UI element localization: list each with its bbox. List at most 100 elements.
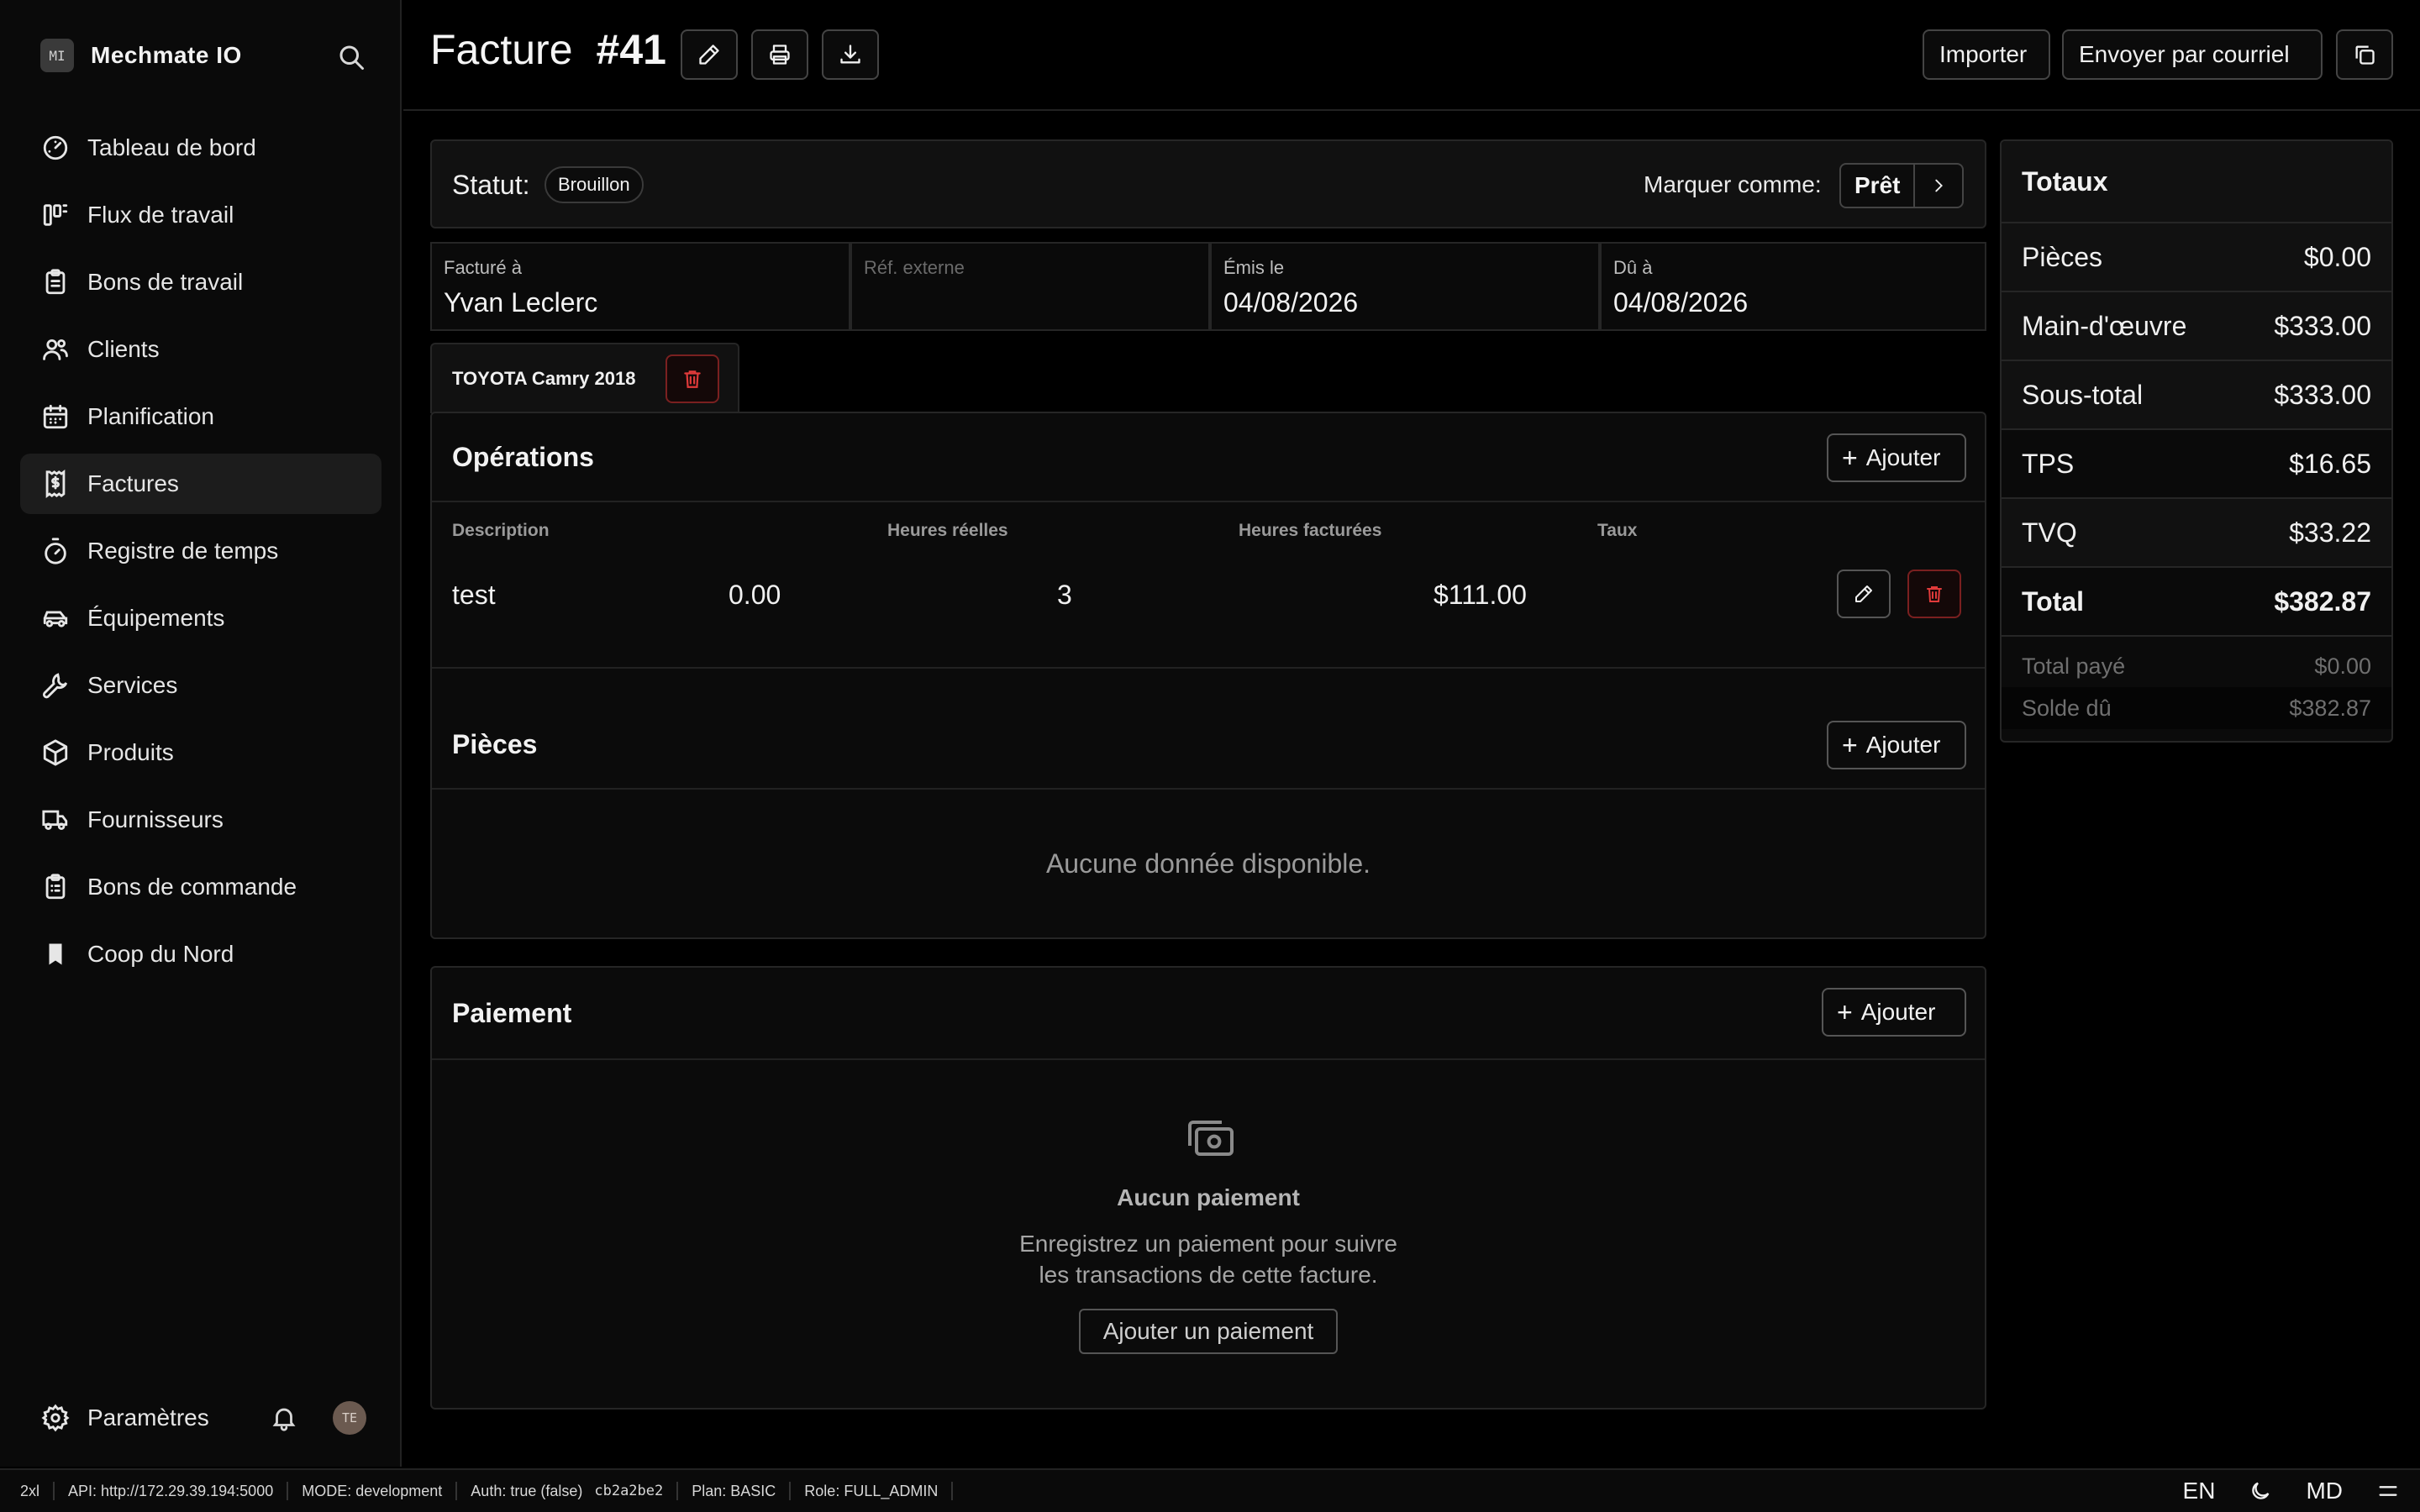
pencil-icon: [1854, 584, 1874, 604]
nav-item-produits[interactable]: Produits: [20, 722, 381, 783]
menu-icon[interactable]: [2376, 1479, 2400, 1503]
avatar[interactable]: TE: [333, 1401, 366, 1435]
add-payment-header-button[interactable]: + Ajouter: [1822, 988, 1966, 1037]
nav-item-factures[interactable]: Factures: [20, 454, 381, 514]
chevron-right-icon[interactable]: [1915, 165, 1962, 207]
add-operation-button[interactable]: + Ajouter: [1827, 433, 1966, 482]
main-nav: Tableau de bord Flux de travail Bons de …: [20, 118, 381, 991]
add-payment-header-label: Ajouter: [1860, 999, 1936, 1025]
mode-indicator: MODE: development: [288, 1482, 458, 1500]
col-rate: Taux: [1597, 521, 1638, 540]
issued-date-field[interactable]: Émis le 04/08/2026: [1210, 242, 1600, 331]
row-actual-hours: 0.00: [729, 580, 781, 610]
edit-operation-button[interactable]: [1837, 570, 1891, 618]
nav-item-equipements[interactable]: Équipements: [20, 588, 381, 648]
totals-value: $33.22: [2289, 517, 2371, 548]
search-icon[interactable]: [333, 39, 370, 76]
billed-to-field[interactable]: Facturé à Yvan Leclerc: [430, 242, 850, 331]
truck-icon: [40, 805, 71, 835]
clipboard-list-icon: [40, 872, 71, 902]
banknotes-icon: [1185, 1117, 1235, 1161]
edit-invoice-button[interactable]: [681, 29, 738, 80]
add-payment-button[interactable]: Ajouter un paiement: [1079, 1309, 1338, 1354]
download-button[interactable]: [822, 29, 879, 80]
gear-icon: [40, 1403, 71, 1433]
no-payment-line-1: Enregistrez un paiement pour suivre: [1019, 1231, 1397, 1257]
divider: [432, 1058, 1985, 1060]
remove-vehicle-button[interactable]: [666, 354, 719, 403]
copy-icon: [2353, 43, 2376, 66]
totals-label: Main-d'œuvre: [2022, 310, 2187, 341]
totals-title: Totaux: [2002, 141, 2391, 223]
nav-item-flux-de-travail[interactable]: Flux de travail: [20, 185, 381, 245]
mark-ready-button[interactable]: Prêt: [1841, 165, 1916, 207]
nav-label: Bons de travail: [87, 269, 244, 295]
totals-row-parts: Pièces $0.00: [2002, 223, 2391, 292]
trash-icon: [681, 368, 703, 390]
nav-item-clients[interactable]: Clients: [20, 319, 381, 380]
nav-item-fournisseurs[interactable]: Fournisseurs: [20, 790, 381, 850]
sidebar: MI Mechmate IO Tableau de bord Flux de t…: [0, 0, 402, 1467]
nav-item-planification[interactable]: Planification: [20, 386, 381, 447]
add-part-label: Ajouter: [1865, 732, 1941, 758]
auth-text: Auth: true (false): [471, 1482, 583, 1499]
billed-to-label: Facturé à: [444, 257, 522, 278]
paid-label: Total payé: [2022, 653, 2126, 679]
nav-label: Services: [87, 672, 178, 698]
totals-row-total: Total $382.87: [2002, 568, 2391, 637]
status-badge: Brouillon: [544, 166, 644, 203]
nav-item-services[interactable]: Services: [20, 655, 381, 716]
operations-section: Opérations + Ajouter Description Heures …: [430, 412, 1986, 939]
car-icon: [40, 603, 71, 633]
nav-item-tableau-de-bord[interactable]: Tableau de bord: [20, 118, 381, 178]
totals-value: $333.00: [2274, 310, 2371, 341]
user-initials[interactable]: MD: [2306, 1478, 2343, 1504]
print-button[interactable]: [751, 29, 808, 80]
due-date-field[interactable]: Dû à 04/08/2026: [1600, 242, 1986, 331]
nav-item-registre-de-temps[interactable]: Registre de temps: [20, 521, 381, 581]
status-bar: Statut: Brouillon Marquer comme: Prêt: [430, 139, 1986, 228]
divider: [432, 501, 1985, 502]
nav-item-bons-de-commande[interactable]: Bons de commande: [20, 857, 381, 917]
totals-label: TVQ: [2022, 517, 2077, 548]
bell-icon[interactable]: [266, 1399, 302, 1436]
language-toggle[interactable]: EN: [2183, 1478, 2216, 1504]
totals-label: Sous-total: [2022, 379, 2144, 410]
vehicle-tab[interactable]: TOYOTA Camry 2018: [430, 343, 739, 413]
delete-operation-button[interactable]: [1907, 570, 1961, 618]
totals-value: $16.65: [2289, 448, 2371, 479]
nav-label: Clients: [87, 336, 160, 362]
plus-icon: +: [1837, 996, 1853, 1027]
totals-value: $0.00: [2303, 241, 2371, 272]
bookmark-icon: [40, 939, 71, 969]
brand-name: Mechmate IO: [91, 42, 242, 68]
add-operation-label: Ajouter: [1865, 444, 1941, 470]
nav-label: Planification: [87, 403, 214, 429]
status-label: Statut:: [452, 170, 530, 200]
divider: [432, 667, 1985, 669]
totals-row-tps: TPS $16.65: [2002, 430, 2391, 499]
nav-label: Flux de travail: [87, 202, 234, 228]
add-part-button[interactable]: + Ajouter: [1827, 721, 1966, 769]
send-email-button[interactable]: Envoyer par courriel: [2062, 29, 2323, 80]
brand[interactable]: MI Mechmate IO: [40, 39, 242, 72]
moon-icon[interactable]: [2249, 1479, 2272, 1503]
payment-title: Paiement: [452, 998, 572, 1028]
title-text: Facture: [430, 26, 573, 73]
import-button[interactable]: Importer: [1923, 29, 2050, 80]
nav-label: Registre de temps: [87, 538, 279, 564]
nav-item-bons-de-travail[interactable]: Bons de travail: [20, 252, 381, 312]
totals-label: TPS: [2022, 448, 2075, 479]
settings-link[interactable]: Paramètres: [40, 1403, 209, 1433]
row-description: test: [452, 580, 496, 610]
totals-paid: Total payé $0.00: [2002, 645, 2391, 687]
nav-item-organization[interactable]: Coop du Nord: [20, 924, 381, 984]
nav-label: Tableau de bord: [87, 134, 256, 160]
nav-label: Factures: [87, 470, 179, 496]
duplicate-button[interactable]: [2336, 29, 2393, 80]
external-ref-field[interactable]: Réf. externe: [850, 242, 1210, 331]
totals-balance: Solde dû $382.87: [2002, 687, 2391, 729]
totals-row-subtotal: Sous-total $333.00: [2002, 361, 2391, 430]
commit-hash: cb2a2be2: [594, 1483, 664, 1499]
receipt-icon: [40, 469, 71, 499]
